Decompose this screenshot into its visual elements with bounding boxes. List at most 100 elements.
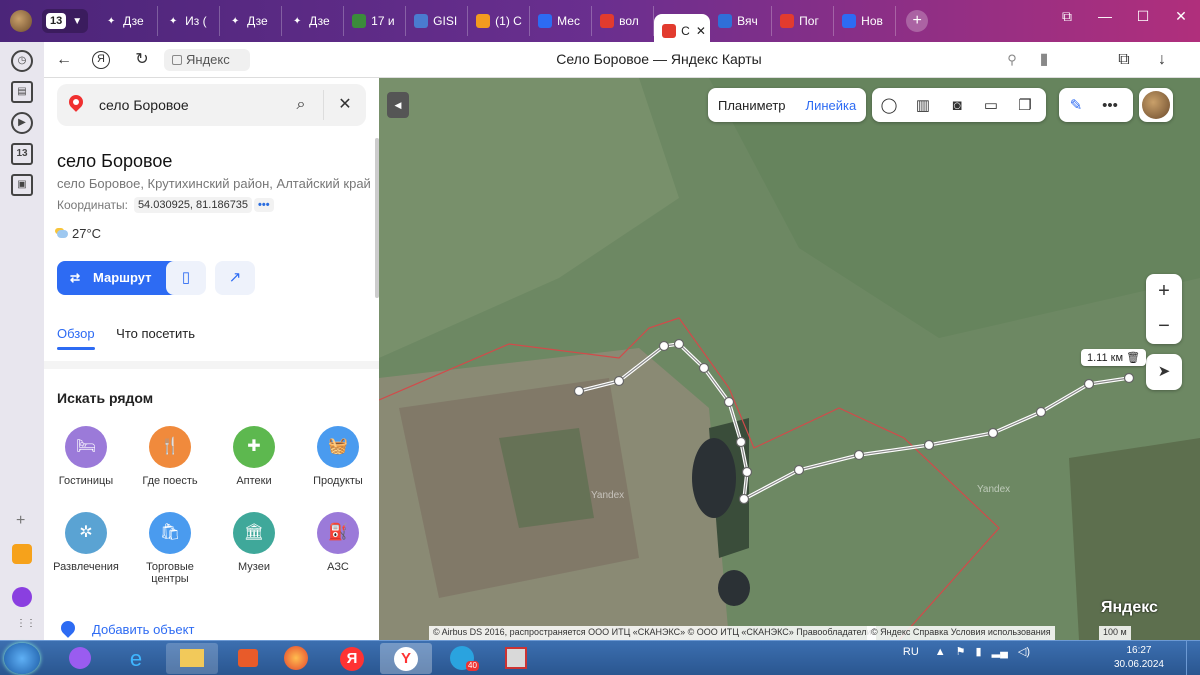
browser-tab[interactable]: GISI: [406, 6, 469, 36]
zoom-out-button[interactable]: −: [1146, 309, 1182, 344]
mail-icon[interactable]: [12, 544, 32, 564]
minimize-button[interactable]: —: [1086, 0, 1124, 32]
locate-me-button[interactable]: ➤: [1146, 354, 1182, 390]
satellite-map[interactable]: Yandex Yandex ◀ Планиметр Линейка ◯ ▥ ◙ …: [379, 78, 1200, 640]
clock[interactable]: 16:27 30.06.2024: [1114, 644, 1164, 672]
location-icon[interactable]: ⚲: [1000, 48, 1024, 72]
close-window-button[interactable]: ✕: [1162, 0, 1200, 32]
coords-label: Координаты:: [57, 198, 128, 212]
pin-window-icon[interactable]: ⧉: [1048, 0, 1086, 32]
browser-tab[interactable]: Нов: [834, 6, 897, 36]
language-indicator[interactable]: RU: [903, 646, 919, 658]
tab-overview[interactable]: Обзор: [57, 326, 95, 341]
distance-value: 1.11 км: [1087, 352, 1124, 364]
category-item[interactable]: 🧺 Продукты: [296, 426, 379, 487]
search-icon[interactable]: ⌕: [289, 93, 313, 117]
yandex-app-icon[interactable]: Я: [326, 643, 378, 674]
browser-tab[interactable]: ✦ Из (: [158, 6, 221, 36]
profile-avatar[interactable]: [10, 10, 32, 32]
flag-icon[interactable]: ⚑: [956, 645, 966, 658]
tray-chevron-icon[interactable]: ▲: [935, 646, 946, 658]
close-tab-icon[interactable]: ✕: [696, 24, 706, 38]
yandex-logo-icon[interactable]: Я: [92, 51, 110, 69]
close-icon[interactable]: ✕: [333, 93, 357, 117]
camera-icon[interactable]: ◙: [940, 97, 974, 114]
more-icon[interactable]: •••: [1093, 97, 1127, 114]
layers-icon[interactable]: ◯: [872, 96, 906, 114]
back-button[interactable]: ←: [52, 48, 76, 72]
coords-more-button[interactable]: •••: [254, 198, 274, 212]
screenshot-icon[interactable]: ▣: [11, 174, 33, 196]
category-item[interactable]: 🛍 Торговые центры: [128, 512, 212, 585]
collapse-panel-button[interactable]: ◀: [387, 92, 409, 118]
browser-tab[interactable]: ✦ Дзе: [220, 6, 283, 36]
map-layers-icon[interactable]: ❐: [1008, 96, 1042, 114]
history-icon[interactable]: ◷: [11, 50, 33, 72]
user-avatar[interactable]: [1139, 88, 1173, 122]
map-links[interactable]: © Яндекс Справка Условия использования: [867, 626, 1055, 640]
tab-counter[interactable]: 13 ▼: [42, 9, 89, 33]
nearby-title: Искать рядом: [57, 390, 154, 406]
browser-tab[interactable]: (1) С: [468, 6, 531, 36]
download-icon[interactable]: ↓: [1150, 48, 1174, 72]
share-button[interactable]: ↗: [215, 261, 255, 295]
ruler-tool[interactable]: Линейка: [796, 98, 867, 113]
panorama-icon[interactable]: ▥: [906, 96, 940, 114]
category-item[interactable]: 🛏 Гостиницы: [44, 426, 128, 487]
taskbar: e Я Y 40 16:27 30.06.2024 RU ▲ ⚑ ▮ ▂▄ ◁): [0, 640, 1200, 675]
start-button[interactable]: [4, 643, 40, 674]
browser-tab[interactable]: ✦ Дзе: [282, 6, 345, 36]
copyright[interactable]: © Airbus DS 2016, распространяется ООО И…: [429, 626, 876, 640]
url-field[interactable]: Яндекс: [164, 49, 250, 71]
network-icon[interactable]: ▂▄: [992, 645, 1008, 658]
alice-icon[interactable]: [12, 587, 32, 607]
bus-icon[interactable]: ▭: [974, 96, 1008, 114]
firefox-icon[interactable]: [270, 643, 322, 674]
yandex-browser-icon[interactable]: Y: [380, 643, 432, 674]
browser-tab[interactable]: Пог: [772, 6, 835, 36]
app-icon[interactable]: [490, 643, 542, 674]
tabs-13-icon[interactable]: 13: [11, 143, 33, 165]
browser-tab[interactable]: Мес: [530, 6, 593, 36]
planimeter-tool[interactable]: Планиметр: [708, 98, 796, 113]
temperature: 27°C: [72, 226, 102, 241]
browser-tab[interactable]: ✦ Дзе: [96, 6, 159, 36]
add-panel-icon[interactable]: +: [16, 512, 25, 530]
telegram-icon[interactable]: 40: [436, 643, 488, 674]
shopping-bag-icon: 🛍: [149, 512, 191, 554]
ie-icon[interactable]: e: [110, 643, 162, 674]
category-item[interactable]: 🍴 Где поесть: [128, 426, 212, 487]
category-item[interactable]: 🏛 Музеи: [212, 512, 296, 573]
show-desktop-button[interactable]: [1186, 641, 1200, 675]
ruler-icon[interactable]: ✎: [1059, 96, 1093, 114]
alice-app-icon[interactable]: [54, 643, 106, 674]
category-label: Где поесть: [142, 475, 198, 487]
new-tab-button[interactable]: +: [906, 10, 929, 32]
category-item[interactable]: ✚ Аптеки: [212, 426, 296, 487]
extensions-icon[interactable]: ⧉: [1112, 48, 1136, 72]
browser-tab[interactable]: 17 и: [344, 6, 407, 36]
add-object-link[interactable]: Добавить объект: [57, 618, 194, 638]
time: 16:27: [1126, 645, 1152, 656]
search-box[interactable]: село Боровое ⌕ ✕: [57, 84, 366, 126]
search-input[interactable]: село Боровое: [99, 97, 189, 113]
bookmark-icon[interactable]: ▮: [1032, 48, 1056, 72]
maximize-button[interactable]: ☐: [1124, 0, 1162, 32]
browser-tab[interactable]: Вяч: [710, 6, 773, 36]
bookmark-button[interactable]: ▯: [166, 261, 206, 295]
explorer-icon[interactable]: [166, 643, 218, 674]
category-item[interactable]: ⛽ АЗС: [296, 512, 379, 573]
more-dots-icon[interactable]: ⋮⋮: [16, 618, 36, 629]
battery-icon[interactable]: ▮: [976, 645, 982, 658]
media-player-icon[interactable]: [222, 643, 274, 674]
trash-icon[interactable]: 🗑: [1126, 352, 1140, 364]
collections-icon[interactable]: ▤: [11, 81, 33, 103]
reload-button[interactable]: ↻: [130, 48, 154, 72]
category-item[interactable]: ✲ Развлечения: [44, 512, 128, 573]
coords-value[interactable]: 54.030925, 81.186735: [133, 197, 253, 213]
volume-icon[interactable]: ◁): [1018, 645, 1030, 658]
zoom-in-button[interactable]: +: [1146, 274, 1182, 309]
tab-what-to-visit[interactable]: Что посетить: [116, 326, 195, 341]
browser-tab[interactable]: вол: [592, 6, 655, 36]
video-icon[interactable]: ▶: [11, 112, 33, 134]
